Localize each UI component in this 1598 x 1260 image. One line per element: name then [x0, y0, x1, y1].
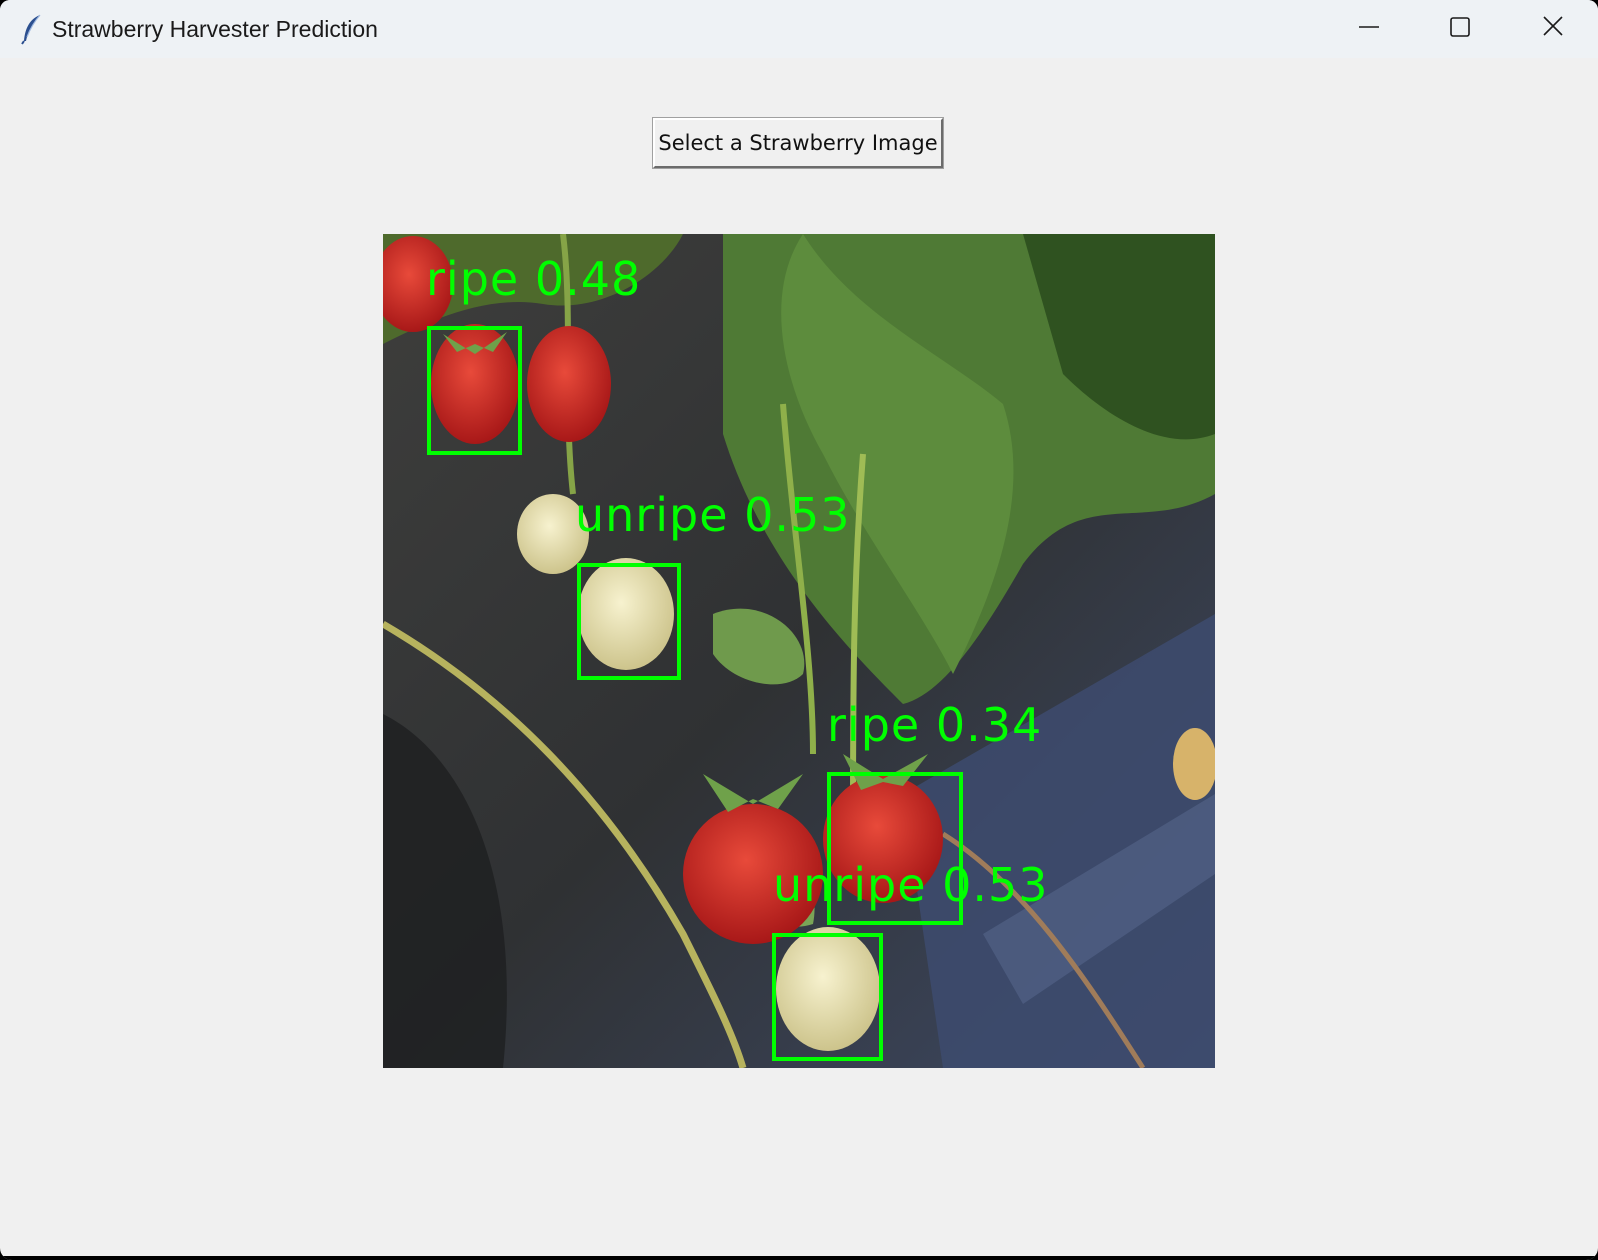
detection-label: ripe 0.48	[426, 252, 642, 306]
strawberry-photo: ripe 0.48 unripe 0.53 ripe 0.34 unripe 0…	[373, 233, 1217, 1070]
close-button[interactable]	[1507, 0, 1598, 58]
window-bottom-edge	[0, 1256, 1598, 1260]
maximize-button[interactable]	[1415, 0, 1507, 58]
detection-label: ripe 0.34	[827, 698, 1043, 752]
detection-box	[577, 563, 681, 680]
app-window: Strawberry Harvester Prediction Select a…	[0, 0, 1598, 1260]
detection-box	[427, 326, 522, 455]
feather-icon	[20, 13, 44, 45]
title-bar[interactable]: Strawberry Harvester Prediction	[0, 0, 1598, 58]
detection-label: unripe 0.53	[773, 858, 1049, 912]
window-title: Strawberry Harvester Prediction	[52, 16, 378, 42]
detection-box	[772, 933, 883, 1061]
close-icon	[1543, 16, 1563, 36]
minimize-button[interactable]	[1323, 0, 1415, 58]
detection-label: unripe 0.53	[575, 488, 851, 542]
select-image-button[interactable]: Select a Strawberry Image	[652, 117, 944, 169]
maximize-icon	[1450, 17, 1470, 37]
minimize-icon	[1359, 26, 1379, 28]
